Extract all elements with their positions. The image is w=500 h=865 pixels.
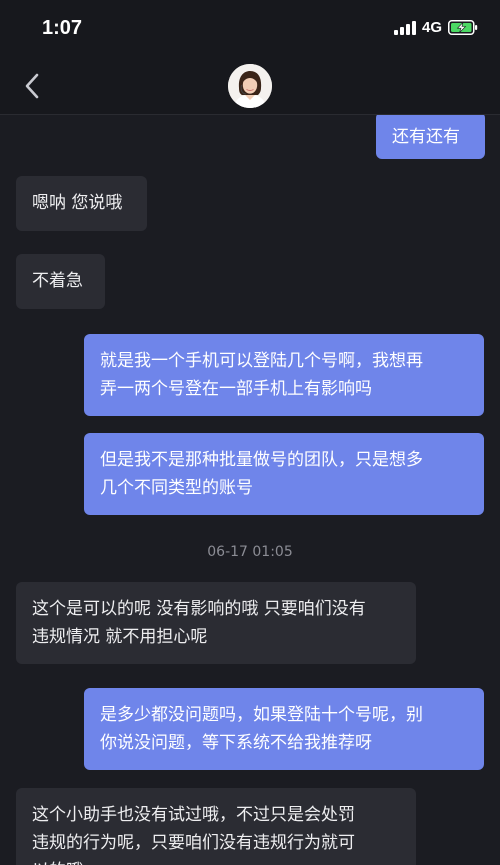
status-indicators: 4G [393,19,478,36]
battery-charging-icon [448,20,478,35]
status-time: 1:07 [42,17,83,39]
avatar-image [228,64,272,108]
message-bubble-incoming[interactable]: 这个小助手也没有试过哦，不过只是会处罚 违规的行为呢，只要咱们没有违规行为就可 … [16,788,416,865]
message-bubble-outgoing[interactable]: 是多少都没问题吗，如果登陆十个号呢，别 你说没问题，等下系统不给我推荐呀 [84,688,484,770]
nav-bar [0,58,500,115]
message-list[interactable]: 还有还有 嗯呐 您说哦 不着急 就是我一个手机可以登陆几个号啊，我想再 弄一两个… [0,115,500,865]
message-bubble-outgoing[interactable]: 但是我不是那种批量做号的团队，只是想多 几个不同类型的账号 [84,433,484,515]
message-bubble-incoming[interactable]: 嗯呐 您说哦 [16,176,147,231]
chat-screen: 1:07 4G 还有还有 嗯呐 您说哦 不着急 就是我一个手机可以登陆几个号啊，… [0,0,500,865]
chevron-left-icon [25,73,39,99]
agent-avatar[interactable] [228,64,272,108]
message-bubble-outgoing[interactable]: 还有还有 [376,115,485,159]
back-button[interactable] [18,70,48,102]
message-bubble-incoming[interactable]: 不着急 [16,254,105,309]
signal-icon [393,20,416,35]
message-bubble-outgoing[interactable]: 就是我一个手机可以登陆几个号啊，我想再 弄一两个号登在一部手机上有影响吗 [84,334,484,416]
status-bar: 1:07 4G [0,0,500,58]
message-bubble-incoming[interactable]: 这个是可以的呢 没有影响的哦 只要咱们没有 违规情况 就不用担心呢 [16,582,416,664]
message-timestamp: 06-17 01:05 [207,544,293,560]
network-label: 4G [421,19,442,36]
